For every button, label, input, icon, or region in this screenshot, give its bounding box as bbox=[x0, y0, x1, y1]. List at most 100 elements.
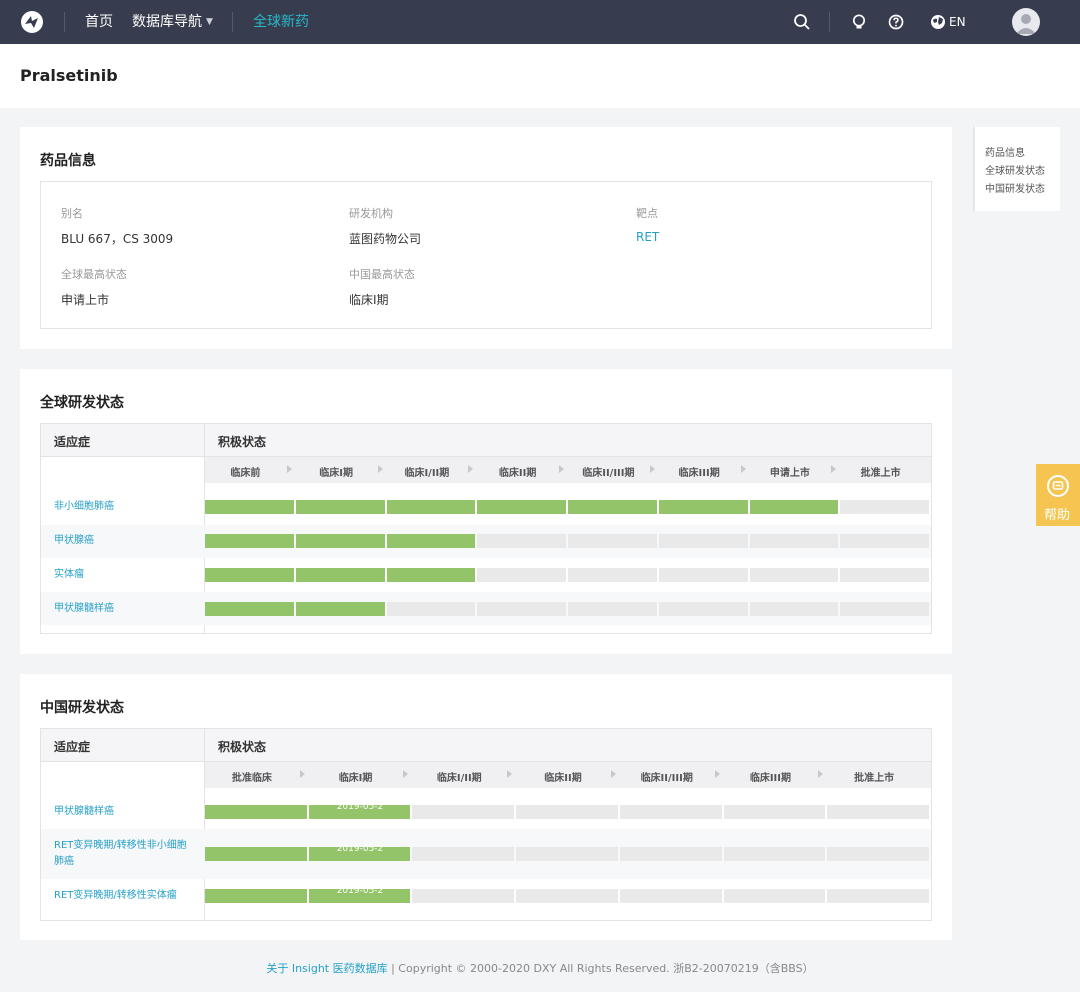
title-bar: Pralsetinib bbox=[0, 44, 1080, 108]
progress-segment-reached bbox=[205, 805, 307, 819]
progress-segment-reached bbox=[386, 534, 476, 548]
phase-label: 临床I期 bbox=[319, 468, 353, 479]
nav-global-new-drugs[interactable]: 全球新药 bbox=[253, 0, 309, 44]
progress-segment-pending bbox=[412, 805, 515, 819]
progress-segment-pending bbox=[749, 534, 839, 548]
progress-segment-pending bbox=[568, 534, 657, 548]
page-title: Pralsetinib bbox=[20, 66, 118, 85]
phase-label: 批准上市 bbox=[860, 468, 901, 479]
indication-link[interactable]: RET变异晚期/转移性实体瘤 bbox=[54, 888, 192, 904]
help-circle-icon[interactable] bbox=[887, 13, 905, 31]
progress-segment-reached bbox=[477, 500, 566, 514]
progress-segment-reached bbox=[295, 568, 385, 582]
indication-link[interactable]: 非小细胞肺癌 bbox=[54, 499, 192, 515]
progress-segment-reached bbox=[205, 568, 294, 582]
progress-segment-pending bbox=[840, 500, 929, 514]
indication-link[interactable]: 甲状腺髓样癌 bbox=[54, 804, 192, 820]
field-value-global-status: 申请上市 bbox=[61, 293, 110, 307]
progress-segment-reached bbox=[295, 602, 385, 616]
chevron-right-icon bbox=[649, 465, 655, 473]
phase-label: 临床I/II期 bbox=[436, 773, 482, 784]
globe-icon[interactable] bbox=[929, 13, 947, 31]
progress-segment-reached bbox=[205, 534, 294, 548]
col-header-status: 积极状态 bbox=[218, 740, 267, 754]
progress-segment-pending bbox=[568, 602, 657, 616]
nav-database-menu[interactable]: 数据库导航 ▼ bbox=[132, 0, 213, 44]
chevron-right-icon bbox=[714, 770, 720, 778]
lightbulb-icon[interactable] bbox=[850, 13, 868, 31]
field-label-global-status: 全球最高状态 bbox=[61, 268, 127, 281]
progress-segment-pending bbox=[827, 889, 929, 903]
indication-link[interactable]: RET变异晚期/转移性非小细胞肺癌 bbox=[54, 838, 192, 870]
chevron-right-icon bbox=[818, 770, 824, 778]
divider bbox=[64, 12, 65, 32]
progress-segment-pending bbox=[723, 889, 826, 903]
language-switch[interactable]: EN bbox=[949, 0, 966, 44]
progress-segment-pending bbox=[516, 847, 618, 861]
sidenav-item-drug-info[interactable]: 药品信息 bbox=[985, 144, 1025, 159]
sidenav-item-china-status[interactable]: 中国研发状态 bbox=[985, 180, 1045, 195]
search-icon[interactable] bbox=[793, 13, 811, 31]
progress-segment-pending bbox=[840, 568, 929, 582]
progress-segment-pending bbox=[749, 568, 839, 582]
chevron-right-icon bbox=[610, 770, 616, 778]
footer-copyright: | Copyright © 2000-2020 DXY All Rights R… bbox=[387, 962, 814, 975]
phase-label: 临床II/III期 bbox=[582, 468, 635, 479]
progress-segment-pending bbox=[477, 602, 566, 616]
progress-segment-reached bbox=[568, 500, 657, 514]
progress-segment-pending bbox=[827, 847, 929, 861]
china-status-card: 中国研发状态 适应症 积极状态 批准临床 临床I期 临床I/II期 临床II期 临床II… bbox=[20, 674, 952, 940]
chevron-right-icon bbox=[468, 465, 474, 473]
section-title-china-status: 中国研发状态 bbox=[40, 700, 124, 716]
chevron-right-icon bbox=[559, 465, 564, 473]
sidenav-item-global-status[interactable]: 全球研发状态 bbox=[985, 162, 1045, 177]
progress-segment-pending bbox=[658, 602, 748, 616]
global-status-card: 全球研发状态 适应症 积极状态 临床前 临床I期 临床I/II期 临床II期 临床II/… bbox=[20, 369, 952, 654]
global-status-table: 适应症 积极状态 临床前 临床I期 临床I/II期 临床II期 临床II/III期 临床I… bbox=[40, 423, 932, 634]
progress-segment-reached bbox=[205, 889, 307, 903]
help-button[interactable]: 帮助 bbox=[1036, 464, 1080, 526]
user-icon bbox=[1016, 14, 1036, 34]
progress-segment-pending bbox=[749, 602, 839, 616]
phase-label: 临床前 bbox=[230, 468, 261, 479]
nav-home[interactable]: 首页 bbox=[85, 0, 113, 44]
indication-link[interactable]: 甲状腺癌 bbox=[54, 533, 192, 549]
col-header-status: 积极状态 bbox=[218, 435, 267, 449]
footer-about-link[interactable]: 关于 Insight 医药数据库 bbox=[266, 962, 387, 975]
progress-segment-reached bbox=[205, 602, 294, 616]
china-status-table: 适应症 积极状态 批准临床 临床I期 临床I/II期 临床II期 临床II/III期 临床… bbox=[40, 728, 932, 921]
phase-label: 临床I期 bbox=[338, 773, 373, 784]
phase-label: 申请上市 bbox=[769, 468, 810, 479]
progress-segment-reached bbox=[205, 847, 307, 861]
chevron-right-icon bbox=[403, 770, 409, 778]
indication-link[interactable]: 甲状腺髓样癌 bbox=[54, 601, 192, 617]
indication-link[interactable]: 实体瘤 bbox=[54, 567, 192, 583]
chevron-right-icon bbox=[286, 465, 292, 473]
chevron-down-icon: ▼ bbox=[206, 17, 213, 27]
progress-segment-pending bbox=[568, 568, 657, 582]
chat-help-icon bbox=[1047, 475, 1069, 497]
field-label-target: 靶点 bbox=[636, 207, 658, 220]
progress-segment-pending bbox=[516, 889, 618, 903]
target-link[interactable]: RET bbox=[636, 230, 659, 244]
progress-segment-pending bbox=[658, 534, 748, 548]
divider bbox=[829, 12, 830, 32]
phase-label: 临床II期 bbox=[544, 773, 582, 784]
phase-date-label: 2019-05-29 bbox=[336, 802, 383, 812]
section-sidenav: 药品信息 全球研发状态 中国研发状态 bbox=[973, 127, 1060, 211]
progress-segment-pending bbox=[840, 534, 929, 548]
section-title-drug-info: 药品信息 bbox=[40, 153, 96, 169]
drug-info-box: 别名 BLU 667，CS 3009 研发机构 蓝图药物公司 靶点 RET 全球… bbox=[40, 181, 932, 329]
field-label-china-status: 中国最高状态 bbox=[349, 268, 415, 281]
phase-header: 批准临床 临床I期 临床I/II期 临床II期 临床II/III期 临床III期 批准上市 bbox=[205, 762, 931, 788]
phase-date-label: 2019-05-29 bbox=[336, 844, 383, 854]
phase-label: 临床III期 bbox=[678, 468, 720, 479]
logo-icon[interactable] bbox=[19, 10, 45, 34]
chevron-right-icon bbox=[507, 770, 513, 778]
progress-segment-reached bbox=[749, 500, 839, 514]
section-title-global-status: 全球研发状态 bbox=[40, 395, 124, 411]
progress-segment-pending bbox=[723, 847, 826, 861]
footer: 关于 Insight 医药数据库 | Copyright © 2000-2020… bbox=[0, 960, 1080, 976]
progress-segment-pending bbox=[516, 805, 618, 819]
avatar[interactable] bbox=[1012, 8, 1040, 36]
